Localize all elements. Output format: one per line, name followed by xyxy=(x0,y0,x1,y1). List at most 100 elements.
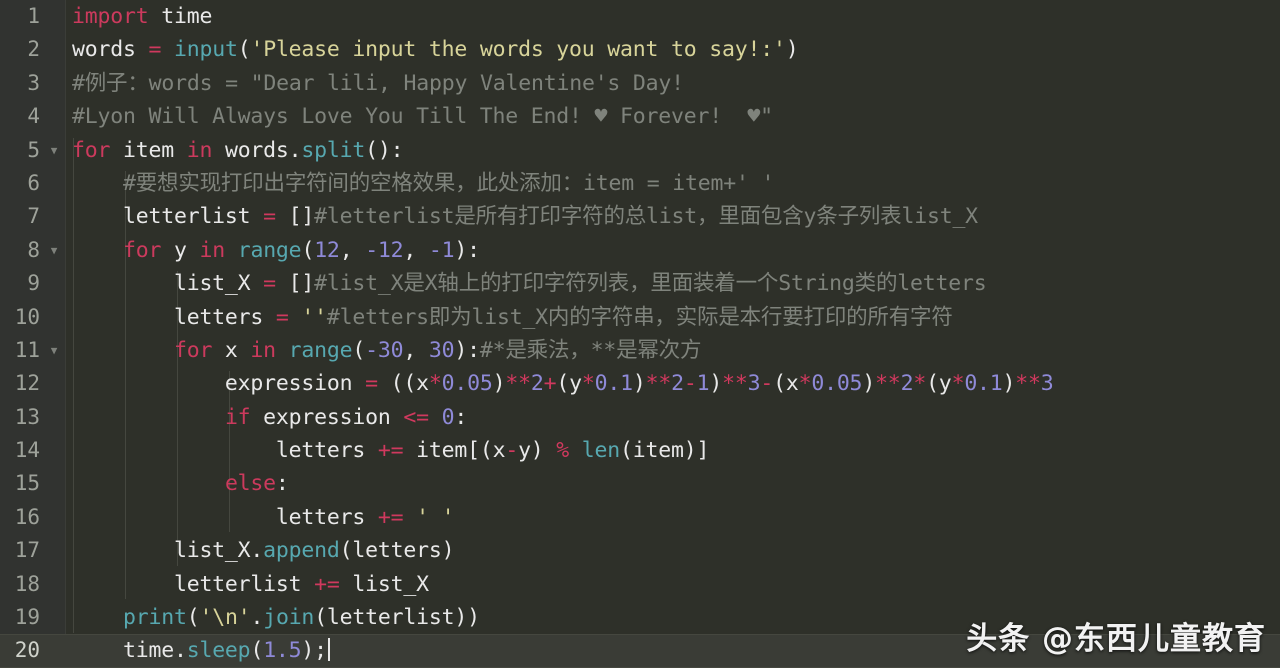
token-punc: (y xyxy=(556,371,582,397)
code-line[interactable]: 4▼#Lyon Will Always Love You Till The En… xyxy=(0,100,1280,133)
code-line[interactable]: 13▼ if expression <= 0: xyxy=(0,401,1280,434)
token-op: - xyxy=(683,371,697,397)
code-line[interactable]: 3▼#例子：words = "Dear lili, Happy Valentin… xyxy=(0,67,1280,100)
code-text[interactable]: letters = ''#letters即为list_X内的字符串，实际是本行要… xyxy=(72,301,953,334)
line-number: 16 xyxy=(14,504,40,529)
token-fn: range xyxy=(288,337,353,363)
code-text[interactable]: if expression <= 0: xyxy=(72,401,467,434)
code-line[interactable]: 15▼ else: xyxy=(0,467,1280,500)
token-punc: y) xyxy=(518,438,557,464)
token-fn: append xyxy=(263,538,340,564)
token-op: % xyxy=(556,438,570,464)
token-num: 0.05 xyxy=(811,371,863,397)
token-punc: item[(x xyxy=(403,438,506,464)
token-punc: ) xyxy=(862,371,876,397)
token-str: ' ' xyxy=(416,504,455,530)
code-text[interactable]: list_X = []#list_X是X轴上的打印字符列表，里面装着一个Stri… xyxy=(72,267,987,300)
token-pl: letters xyxy=(72,438,378,464)
code-text[interactable]: list_X.append(letters) xyxy=(72,534,455,567)
code-text[interactable]: #例子：words = "Dear lili, Happy Valentine'… xyxy=(72,67,684,100)
code-line[interactable]: 17▼ list_X.append(letters) xyxy=(0,534,1280,567)
code-line[interactable]: 11 ▼ for x in range(-30, 30):#*是乘法，**是幂次方 xyxy=(0,334,1280,367)
code-line[interactable]: 7▼ letterlist = []#letterlist是所有打印字符的总li… xyxy=(0,200,1280,233)
token-kw: if xyxy=(224,404,251,430)
line-number: 3 xyxy=(27,70,40,95)
code-line[interactable]: 14▼ letters += item[(x-y) % len(item)] xyxy=(0,434,1280,467)
code-line[interactable]: 18▼ letterlist += list_X xyxy=(0,568,1280,601)
line-number: 7 xyxy=(27,204,40,229)
code-text[interactable]: for item in words.split(): xyxy=(72,134,404,167)
code-text[interactable]: print('\n'.join(letterlist)) xyxy=(72,601,480,634)
token-num: 1 xyxy=(696,371,710,397)
token-kw: in xyxy=(186,137,213,163)
code-text[interactable]: expression = ((x*0.05)**2+(y*0.1)**2-1)*… xyxy=(72,367,1054,400)
token-kw: import xyxy=(72,4,149,29)
code-line[interactable]: 8 ▼ for y in range(12, -12, -1): xyxy=(0,234,1280,267)
line-number: 17 xyxy=(14,538,40,563)
token-punc: ( xyxy=(186,605,200,631)
code-text[interactable]: for y in range(12, -12, -1): xyxy=(72,234,480,267)
token-fn: input xyxy=(173,37,238,63)
token-num: 0 xyxy=(441,404,455,430)
token-punc: (x xyxy=(773,371,799,397)
token-punc: (y xyxy=(926,371,952,397)
code-text[interactable]: for x in range(-30, 30):#*是乘法，**是幂次方 xyxy=(72,334,702,367)
code-text[interactable]: time.sleep(1.5); xyxy=(72,634,330,667)
code-content[interactable]: 1▼import time2▼words = input('Please inp… xyxy=(0,0,1280,668)
fold-arrow-icon[interactable]: ▼ xyxy=(47,334,61,367)
code-line[interactable]: 16▼ letters += ' ' xyxy=(0,501,1280,534)
code-text[interactable]: words = input('Please input the words yo… xyxy=(72,33,799,66)
token-punc: ) xyxy=(1002,371,1016,397)
code-text[interactable]: #Lyon Will Always Love You Till The End!… xyxy=(72,100,773,133)
token-punc: ( xyxy=(237,37,251,63)
token-pl: words. xyxy=(212,137,302,163)
token-kw: else xyxy=(224,471,276,497)
fold-arrow-icon[interactable]: ▼ xyxy=(47,234,61,267)
token-pl: list_X xyxy=(72,271,264,297)
token-kw: in xyxy=(199,237,225,263)
token-op: = xyxy=(148,37,162,63)
token-punc: , xyxy=(403,337,429,363)
line-number: 19 xyxy=(14,605,40,630)
code-line[interactable]: 2▼words = input('Please input the words … xyxy=(0,33,1280,66)
code-line[interactable]: 10▼ letters = ''#letters即为list_X内的字符串，实际… xyxy=(0,301,1280,334)
code-text[interactable]: #要想实现打印出字符间的空格效果，此处添加：item = item+' ' xyxy=(72,167,774,200)
code-text[interactable]: else: xyxy=(72,467,289,500)
code-text[interactable]: letters += item[(x-y) % len(item)] xyxy=(72,434,710,467)
token-pl: expression xyxy=(250,404,404,430)
code-text[interactable]: import time xyxy=(72,0,212,33)
token-op: += xyxy=(314,571,340,597)
text-caret xyxy=(327,638,330,662)
line-number: 9 xyxy=(27,271,40,296)
code-line[interactable]: 1▼import time xyxy=(0,0,1280,33)
fold-arrow-icon[interactable]: ▼ xyxy=(47,134,61,167)
token-pl: list_X. xyxy=(72,538,264,564)
token-pl: item xyxy=(110,137,187,163)
code-editor[interactable]: 1▼import time2▼words = input('Please inp… xyxy=(0,0,1280,668)
code-text[interactable]: letterlist = []#letterlist是所有打印字符的总list，… xyxy=(72,200,978,233)
token-punc: [] xyxy=(275,271,315,297)
token-op: = xyxy=(275,304,289,330)
code-line[interactable]: 9▼ list_X = []#list_X是X轴上的打印字符列表，里面装着一个S… xyxy=(0,267,1280,300)
token-fn: split xyxy=(301,137,366,163)
token-num: -12 xyxy=(365,237,404,263)
code-text[interactable]: letterlist += list_X xyxy=(72,568,429,601)
token-punc: , xyxy=(403,237,429,263)
token-punc: ) xyxy=(785,37,799,63)
token-num: 12 xyxy=(314,237,340,263)
token-op: <= xyxy=(403,404,429,430)
token-pl: letters xyxy=(72,304,276,330)
token-op: ** xyxy=(645,371,672,397)
code-text[interactable]: letters += ' ' xyxy=(72,501,455,534)
token-punc: : xyxy=(275,471,289,497)
code-line[interactable]: 6▼ #要想实现打印出字符间的空格效果，此处添加：item = item+' ' xyxy=(0,167,1280,200)
token-op: - xyxy=(760,371,774,397)
code-line[interactable]: 5 ▼ for item in words.split(): xyxy=(0,134,1280,167)
token-pl: letterlist xyxy=(72,204,264,230)
token-num: 2 xyxy=(900,371,914,397)
token-punc: ): xyxy=(454,337,480,363)
code-line[interactable]: 12▼ expression = ((x*0.05)**2+(y*0.1)**2… xyxy=(0,367,1280,400)
